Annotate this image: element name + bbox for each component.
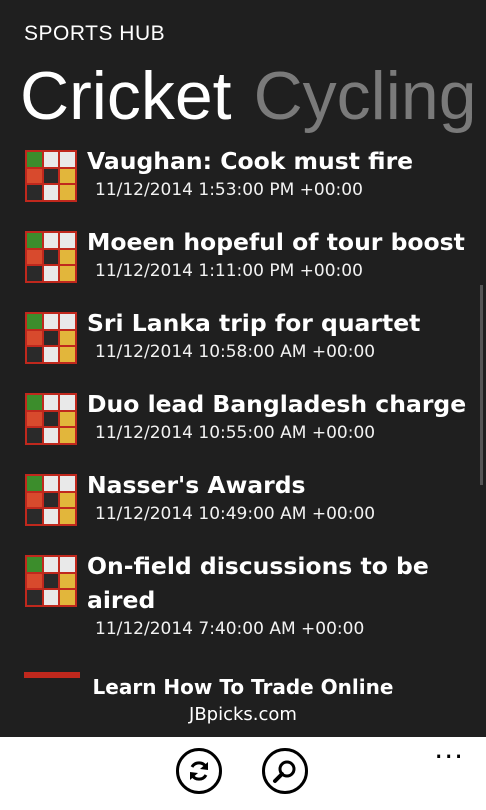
news-list[interactable]: Vaughan: Cook must fire 11/12/2014 1:53:… <box>0 144 486 674</box>
news-headline: On-field discussions to be aired <box>87 552 429 614</box>
pivot-item-cycling[interactable]: Cycling <box>254 58 477 134</box>
sports-thumbnail-icon <box>25 231 77 283</box>
search-button[interactable] <box>262 748 308 794</box>
news-date: 11/12/2014 10:55:00 AM +00:00 <box>95 423 376 443</box>
app-bar: ... <box>0 735 486 810</box>
app-title: SPORTS HUB <box>24 22 166 45</box>
news-date: 11/12/2014 10:58:00 AM +00:00 <box>95 342 376 362</box>
news-date: 11/12/2014 7:40:00 AM +00:00 <box>95 619 365 639</box>
sports-thumbnail-icon <box>25 150 77 202</box>
ad-banner-title[interactable]: Learn How To Trade Online <box>0 675 486 699</box>
pivot-header: Cricket Cycling <box>20 58 477 134</box>
sports-thumbnail-icon <box>25 474 77 526</box>
refresh-button[interactable] <box>176 748 222 794</box>
news-headline: Duo lead Bangladesh charge <box>87 390 467 418</box>
news-headline: Moeen hopeful of tour boost <box>87 228 465 256</box>
more-options-button[interactable]: ... <box>434 735 464 763</box>
news-headline: Vaughan: Cook must fire <box>87 147 414 175</box>
news-date: 11/12/2014 1:53:00 PM +00:00 <box>95 180 363 200</box>
scrollbar[interactable] <box>480 285 483 485</box>
sports-thumbnail-icon <box>25 555 77 607</box>
search-icon <box>273 760 296 783</box>
pivot-item-cricket[interactable]: Cricket <box>20 58 232 134</box>
ad-banner-url[interactable]: JBpicks.com <box>0 704 486 725</box>
news-headline: Nasser's Awards <box>87 471 306 499</box>
news-date: 11/12/2014 10:49:00 AM +00:00 <box>95 504 376 524</box>
refresh-icon <box>190 761 208 781</box>
sports-thumbnail-icon <box>25 312 77 364</box>
news-date: 11/12/2014 1:11:00 PM +00:00 <box>95 261 363 281</box>
news-headline: Sri Lanka trip for quartet <box>87 309 421 337</box>
sports-thumbnail-icon <box>25 393 77 445</box>
